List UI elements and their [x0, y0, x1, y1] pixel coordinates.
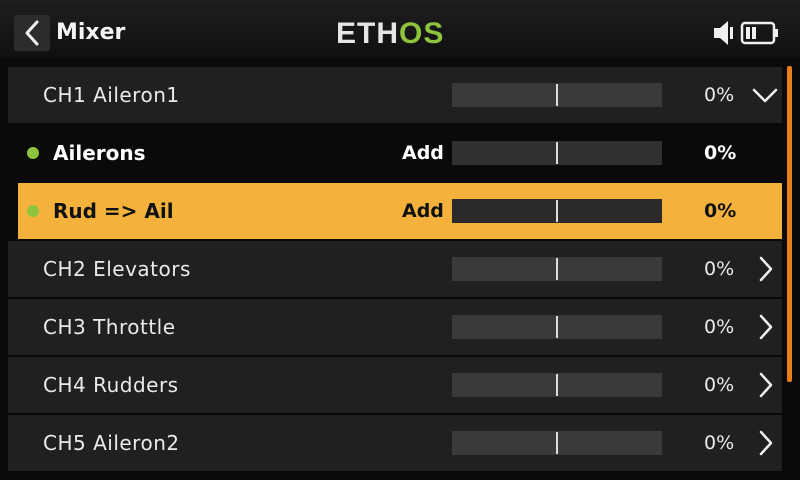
speaker-icon[interactable] — [712, 18, 736, 48]
output-bar — [452, 373, 662, 397]
mix-row-ailerons[interactable]: Ailerons Add 0% — [8, 125, 782, 181]
ethos-logo: ETHOS — [336, 17, 445, 50]
active-dot-icon — [27, 205, 39, 217]
chevron-right-icon[interactable] — [750, 370, 780, 400]
mix-mode: Add — [402, 200, 444, 222]
mix-label: Rud => Ail — [53, 199, 174, 223]
output-bar — [452, 257, 662, 281]
channel-label: CH5 Aileron2 — [43, 431, 180, 455]
channel-label: CH1 Aileron1 — [43, 83, 180, 107]
channel-value: 0% — [704, 316, 735, 338]
channel-value: 0% — [704, 258, 735, 280]
mix-value: 0% — [704, 200, 737, 222]
channel-row-ch1[interactable]: CH1 Aileron1 0% — [8, 67, 782, 123]
top-bar: Mixer ETHOS — [0, 0, 800, 58]
channel-label: CH4 Rudders — [43, 373, 179, 397]
channel-row-ch3[interactable]: CH3 Throttle 0% — [8, 299, 782, 355]
scrollbar[interactable] — [787, 66, 792, 382]
channel-label: CH2 Elevators — [43, 257, 191, 281]
mix-label: Ailerons — [53, 141, 146, 165]
output-bar — [452, 315, 662, 339]
chevron-right-icon[interactable] — [750, 312, 780, 342]
page-title: Mixer — [56, 20, 126, 45]
mix-mode: Add — [402, 142, 444, 164]
chevron-right-icon[interactable] — [750, 428, 780, 458]
back-arrow-icon — [25, 20, 39, 46]
channel-label: CH3 Throttle — [43, 315, 176, 339]
back-button[interactable] — [14, 15, 50, 51]
output-bar — [452, 199, 662, 223]
channel-value: 0% — [704, 84, 735, 106]
battery-icon — [740, 21, 778, 45]
channel-row-ch4[interactable]: CH4 Rudders 0% — [8, 357, 782, 413]
active-dot-icon — [27, 147, 39, 159]
channel-value: 0% — [704, 374, 735, 396]
chevron-right-icon[interactable] — [750, 254, 780, 284]
mix-row-rud-ail[interactable]: Rud => Ail Add 0% — [18, 183, 782, 239]
chevron-down-icon[interactable] — [750, 80, 780, 110]
output-bar — [452, 141, 662, 165]
channel-value: 0% — [704, 432, 735, 454]
output-bar — [452, 431, 662, 455]
output-bar — [452, 83, 662, 107]
mix-value: 0% — [704, 142, 737, 164]
status-icons — [712, 18, 782, 48]
channel-row-ch2[interactable]: CH2 Elevators 0% — [8, 241, 782, 297]
channel-row-ch5[interactable]: CH5 Aileron2 0% — [8, 415, 782, 471]
